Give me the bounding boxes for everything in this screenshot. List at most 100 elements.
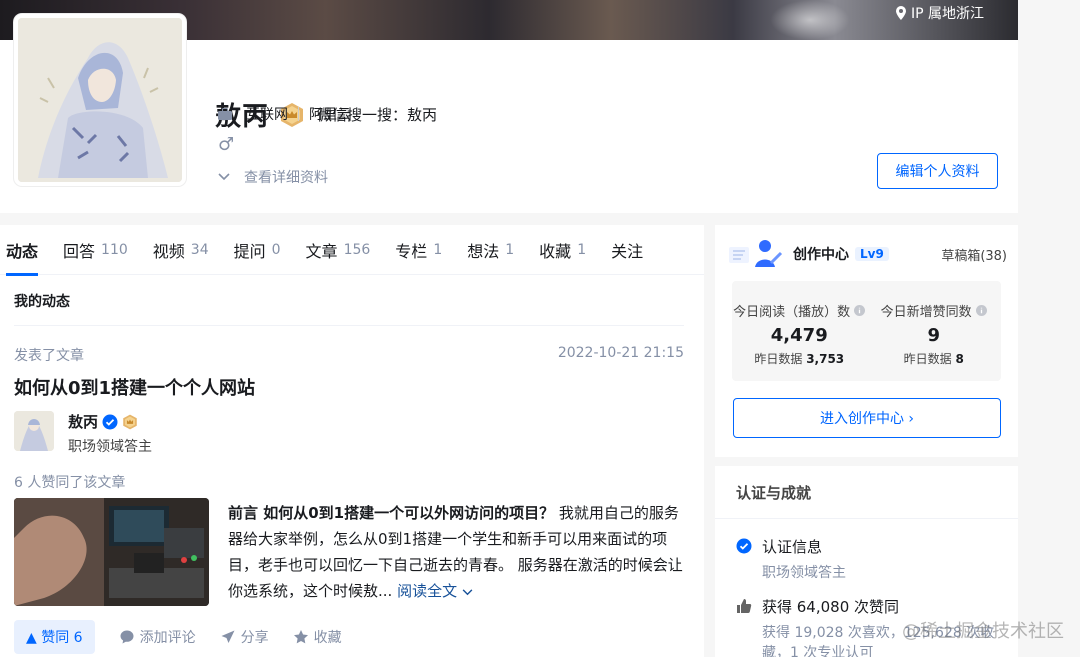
avatar[interactable] — [14, 14, 186, 186]
company-label: 阿里云 — [309, 107, 351, 123]
tab-answers[interactable]: 回答 110 — [63, 225, 128, 275]
info-icon[interactable] — [975, 305, 987, 316]
article-title[interactable]: 如何从0到1搭建一个个人网站 — [14, 374, 255, 400]
feed-meta: 发表了文章 2022-10-21 21:15 — [14, 345, 684, 365]
verified-icon — [102, 414, 118, 429]
feed-action: 发表了文章 — [14, 348, 84, 364]
article-thumbnail[interactable] — [14, 498, 209, 606]
creator-stats: 今日阅读（播放）数 4,479 昨日数据 3,753 今日新增赞同数 9 昨日数… — [732, 281, 1001, 381]
creator-center-title[interactable]: 创作中心 — [793, 244, 849, 264]
male-icon: ♂ — [218, 134, 235, 155]
tab-count: 1 — [577, 242, 587, 258]
ip-location: IP 属地浙江 — [895, 3, 984, 23]
verified-icon — [736, 538, 752, 554]
divider — [715, 518, 1018, 519]
avatar-illustration — [18, 18, 182, 182]
thumbnail-photo — [14, 498, 209, 606]
author-avatar-illustration — [14, 411, 54, 451]
creator-center-header: 创作中心 Lv9 草稿箱(38) — [727, 235, 1007, 273]
stat-votes-yesterday-label: 昨日数据 — [903, 352, 952, 366]
tab-label: 想法 — [467, 242, 500, 261]
drafts-link[interactable]: 草稿箱(38) — [941, 245, 1007, 264]
share-button[interactable]: 分享 — [220, 627, 269, 647]
share-icon — [221, 630, 235, 643]
tab-count: 1 — [505, 242, 515, 258]
section-title: 我的动态 — [14, 294, 70, 310]
gender-row: ♂ — [218, 134, 234, 155]
comment-button[interactable]: 添加评论 — [119, 627, 196, 647]
tab-count: 156 — [343, 242, 371, 258]
tab-label: 回答 — [63, 242, 96, 261]
read-more-label: 阅读全文 — [397, 582, 458, 600]
tab-videos[interactable]: 视频 34 — [153, 225, 209, 275]
tab-label: 专栏 — [395, 242, 428, 261]
tab-label: 动态 — [6, 242, 39, 261]
stat-votes-label: 今日新增赞同数 — [880, 305, 972, 320]
tab-questions[interactable]: 提问 0 — [234, 225, 281, 275]
employment-row: 互联网 阿里云 — [218, 104, 351, 124]
enter-creator-center-button[interactable]: 进入创作中心 › — [733, 398, 1001, 438]
read-more-link[interactable]: 阅读全文 — [397, 582, 473, 600]
crown-badge-icon — [123, 414, 137, 429]
achievements-title: 认证与成就 — [736, 484, 812, 502]
creator-center-icon — [729, 240, 783, 267]
cover-light — [770, 0, 850, 40]
star-icon — [293, 630, 308, 644]
tab-activity[interactable]: 动态 — [6, 225, 39, 276]
briefcase-icon — [218, 108, 232, 120]
vote-button[interactable]: ▲ 赞同 6 — [14, 620, 95, 654]
info-icon[interactable] — [854, 305, 866, 316]
tab-count: 1 — [433, 242, 443, 258]
divider — [14, 325, 684, 326]
tab-collections[interactable]: 收藏 1 — [539, 225, 586, 275]
thumbs-up-icon — [737, 599, 752, 613]
chevron-down-icon — [462, 589, 473, 596]
tab-label: 提问 — [233, 242, 266, 261]
comment-label: 添加评论 — [139, 630, 196, 646]
certification-desc: 职场领域答主 — [762, 565, 846, 581]
comment-icon — [120, 630, 134, 644]
stat-votes-yesterday: 8 — [955, 352, 964, 366]
stat-votes: 今日新增赞同数 9 昨日数据 8 — [867, 281, 1002, 381]
tab-thoughts[interactable]: 想法 1 — [467, 225, 514, 275]
certification-item: 认证信息 职场领域答主 — [736, 536, 1002, 583]
tab-label: 关注 — [611, 242, 644, 261]
stat-votes-value: 9 — [927, 325, 941, 346]
stat-reads-yesterday: 3,753 — [806, 352, 845, 366]
chevron-down-icon — [218, 173, 230, 181]
tab-label: 收藏 — [539, 242, 572, 261]
excerpt-lead: 前言 如何从0到1搭建一个可以外网访问的项目？ — [228, 504, 555, 522]
author-name[interactable]: 敖丙 — [68, 411, 98, 432]
stat-reads-yesterday-label: 昨日数据 — [754, 352, 803, 366]
tab-articles[interactable]: 文章 156 — [306, 225, 371, 275]
votes-label: 获得 64,080 次赞同 — [762, 598, 900, 616]
collect-label: 收藏 — [313, 630, 342, 646]
level-badge: Lv9 — [855, 247, 889, 261]
tab-count: 34 — [190, 242, 209, 258]
detail-link[interactable]: 查看详细资料 — [218, 167, 328, 187]
creator-center-card: 创作中心 Lv9 草稿箱(38) 今日阅读（播放）数 4,479 昨日数据 3,… — [715, 225, 1018, 457]
tab-label: 文章 — [305, 242, 338, 261]
tab-columns[interactable]: 专栏 1 — [395, 225, 442, 275]
tab-label: 视频 — [152, 242, 185, 261]
profile-header: 敖丙 微信搜一搜：敖丙 互联网 阿里云 ♂ 查看详细资料 编辑个人资料 — [0, 14, 1018, 213]
industry-label: 互联网 — [246, 107, 288, 123]
article-author: 敖丙 职场领域答主 — [14, 411, 152, 456]
feed-time: 2022-10-21 21:15 — [557, 345, 684, 361]
profile-tabs: 动态 回答 110 视频 34 提问 0 文章 156 专栏 1 想法 1 收藏 1 关注 — [0, 225, 704, 276]
main-content: 动态 回答 110 视频 34 提问 0 文章 156 专栏 1 想法 1 收藏 1 关注 我… — [0, 225, 704, 657]
separator — [298, 107, 299, 121]
detail-link-label: 查看详细资料 — [244, 170, 328, 186]
collect-button[interactable]: 收藏 — [293, 627, 342, 647]
certification-label: 认证信息 — [762, 538, 823, 556]
stat-reads-value: 4,479 — [770, 325, 828, 346]
article-excerpt[interactable]: 前言 如何从0到1搭建一个可以外网访问的项目？ 我就用自己的服务器给大家举例，怎… — [228, 500, 690, 604]
author-description: 职场领域答主 — [68, 439, 152, 455]
share-label: 分享 — [240, 630, 269, 646]
tab-following[interactable]: 关注 — [611, 225, 643, 275]
ip-location-label: IP 属地浙江 — [910, 6, 984, 22]
voters-count[interactable]: 6 人赞同了该文章 — [14, 472, 125, 492]
author-avatar[interactable] — [14, 411, 54, 451]
tab-count: 0 — [271, 242, 281, 258]
edit-profile-button[interactable]: 编辑个人资料 — [877, 153, 998, 189]
